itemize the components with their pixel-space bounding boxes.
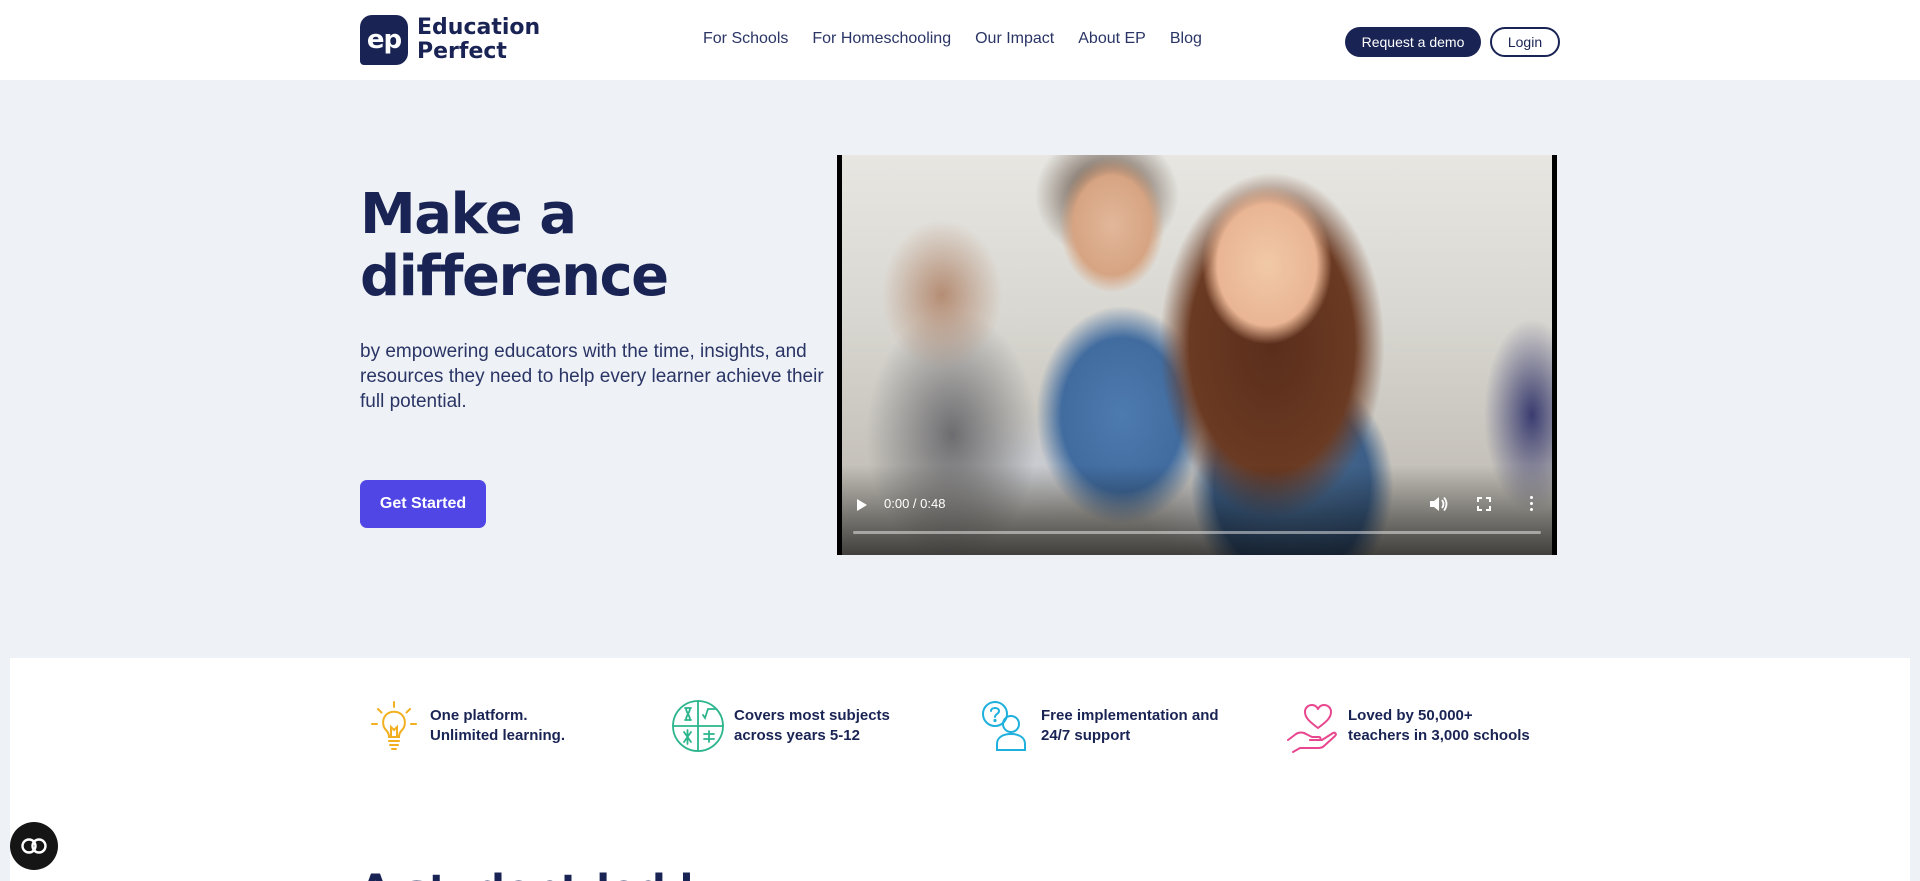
nav-for-homeschooling[interactable]: For Homeschooling [812,30,951,48]
feature-line-2: 24/7 support [1041,727,1131,744]
get-started-button[interactable]: Get Started [360,480,486,528]
site-header: ep Education Perfect For Schools For Hom… [0,0,1920,80]
hero-title-line-2: difference [360,244,669,309]
accessibility-cc-button[interactable] [10,822,58,870]
more-options-icon[interactable] [1530,496,1534,512]
volume-icon[interactable] [1429,495,1449,513]
feature-loved: Loved by 50,000+ teachers in 3,000 schoo… [1284,698,1530,754]
hero-title: Make a difference [360,184,780,308]
main-nav: For Schools For Homeschooling Our Impact… [703,30,1226,48]
support-icon [982,701,1026,751]
features-strip: One platform. Unlimited learning. Covers… [10,658,1910,881]
feature-subjects: Covers most subjects across years 5-12 [670,698,890,754]
play-icon[interactable] [857,499,867,511]
video-progress-bar[interactable] [853,531,1541,534]
feature-support: Free implementation and 24/7 support [977,698,1219,754]
feature-line-1: Loved by 50,000+ [1348,707,1473,724]
feature-text: Covers most subjects across years 5-12 [734,706,890,746]
heart-hand-icon [1287,704,1337,753]
feature-line-2: across years 5-12 [734,727,860,744]
logo-mark: ep [360,15,408,65]
request-demo-button[interactable]: Request a demo [1345,27,1481,57]
nav-about-ep[interactable]: About EP [1078,30,1146,48]
subjects-icon [672,700,724,752]
closed-captions-icon [21,838,47,854]
feature-text: One platform. Unlimited learning. [430,706,565,746]
logo[interactable]: ep Education Perfect [360,15,540,65]
feature-line-2: teachers in 3,000 schools [1348,727,1530,744]
section-heading: A student-led l [360,867,693,881]
nav-for-schools[interactable]: For Schools [703,30,788,48]
video-time: 0:00 / 0:48 [884,496,946,511]
feature-line-2: Unlimited learning. [430,727,566,744]
feature-one-platform: One platform. Unlimited learning. [366,698,565,754]
feature-text: Free implementation and 24/7 support [1041,706,1219,746]
feature-line-1: One platform. [430,707,528,724]
feature-line-1: Covers most subjects [734,707,890,724]
feature-text: Loved by 50,000+ teachers in 3,000 schoo… [1348,706,1530,746]
login-button[interactable]: Login [1490,27,1560,57]
logo-wordmark: Education Perfect [417,16,540,64]
hero-title-line-1: Make a [360,182,577,247]
nav-our-impact[interactable]: Our Impact [975,30,1054,48]
feature-line-1: Free implementation and [1041,707,1219,724]
logo-line-2: Perfect [417,39,507,64]
video-player[interactable]: 0:00 / 0:48 [837,155,1557,555]
nav-blog[interactable]: Blog [1170,30,1202,48]
lightbulb-icon [371,701,417,750]
fullscreen-icon[interactable] [1477,497,1491,511]
logo-line-1: Education [417,15,541,40]
hero-subtitle: by empowering educators with the time, i… [360,341,824,412]
